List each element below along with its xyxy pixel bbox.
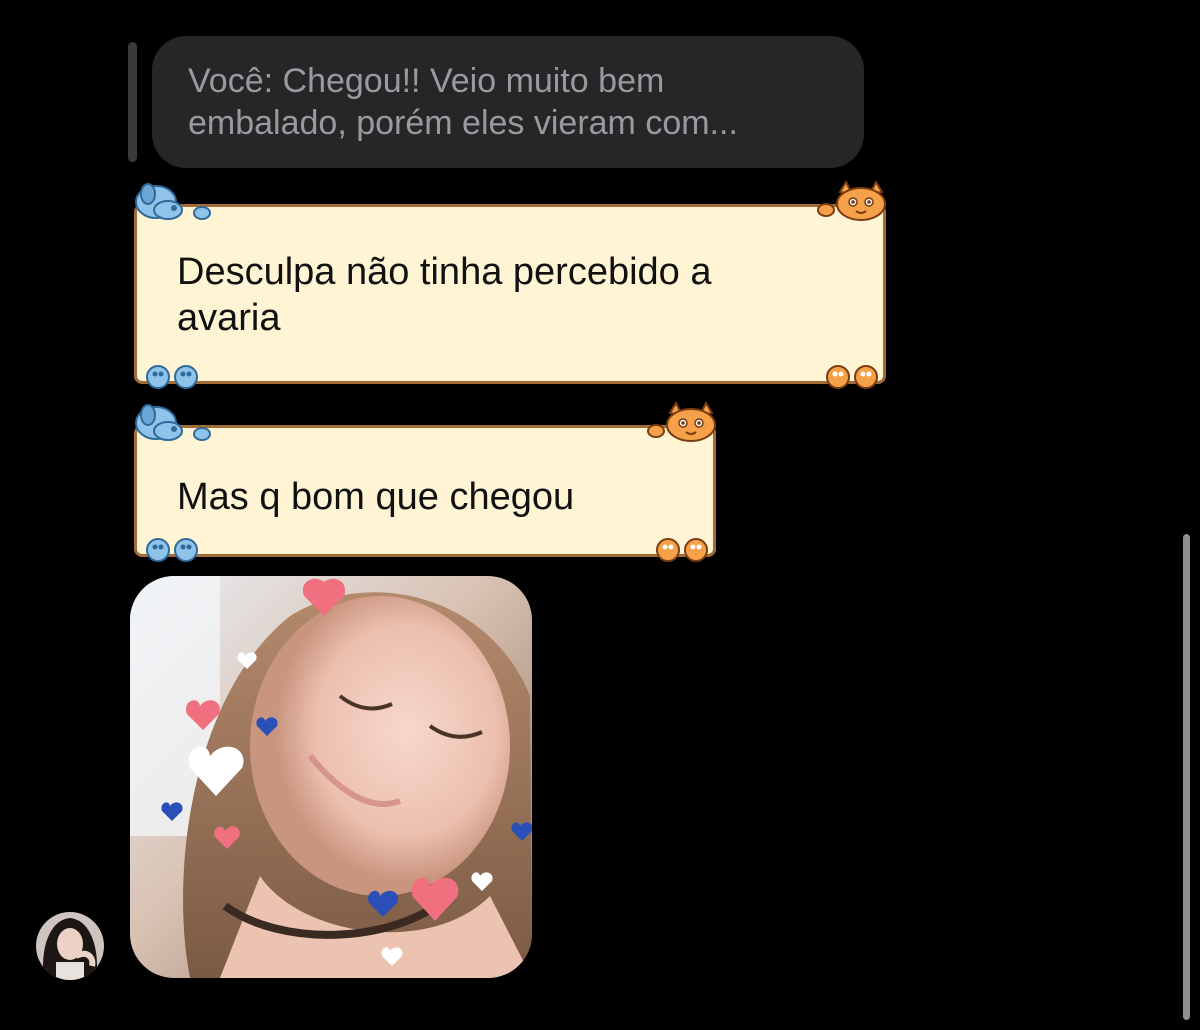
photo-message[interactable] bbox=[130, 576, 532, 978]
contact-avatar[interactable] bbox=[36, 912, 104, 980]
heart-filter-selfie-image bbox=[130, 576, 532, 978]
message-text-line-2: avaria bbox=[177, 297, 281, 339]
dog-sticker-icon bbox=[135, 183, 211, 220]
reply-preview-line-2: embalado, porém eles vieram com... bbox=[188, 104, 738, 142]
blue-paws-icon bbox=[146, 365, 198, 389]
orange-paws-icon bbox=[826, 365, 878, 389]
chat-screen: Você: Chegou!! Veio muito bem embalado, … bbox=[0, 0, 1200, 1030]
message-text-line-1: Desculpa não tinha percebido a bbox=[177, 251, 712, 293]
blue-paws-icon bbox=[146, 538, 198, 562]
replied-message-preview[interactable]: Você: Chegou!! Veio muito bem embalado, … bbox=[152, 36, 864, 168]
reply-preview-line-1: Você: Chegou!! Veio muito bem bbox=[188, 62, 665, 100]
message-bubble[interactable]: Desculpa não tinha percebido a avaria bbox=[134, 204, 886, 384]
message-text-line-1: Mas q bom que chegou bbox=[177, 476, 575, 518]
orange-paws-icon bbox=[656, 538, 708, 562]
message-bubble[interactable]: Mas q bom que chegou bbox=[134, 425, 716, 557]
reply-indicator-bar bbox=[128, 42, 137, 162]
scrollbar-thumb[interactable] bbox=[1183, 534, 1190, 1020]
avatar-photo bbox=[36, 912, 104, 980]
dog-sticker-icon bbox=[135, 404, 211, 441]
cat-sticker-icon bbox=[817, 180, 886, 221]
cat-sticker-icon bbox=[647, 401, 716, 442]
